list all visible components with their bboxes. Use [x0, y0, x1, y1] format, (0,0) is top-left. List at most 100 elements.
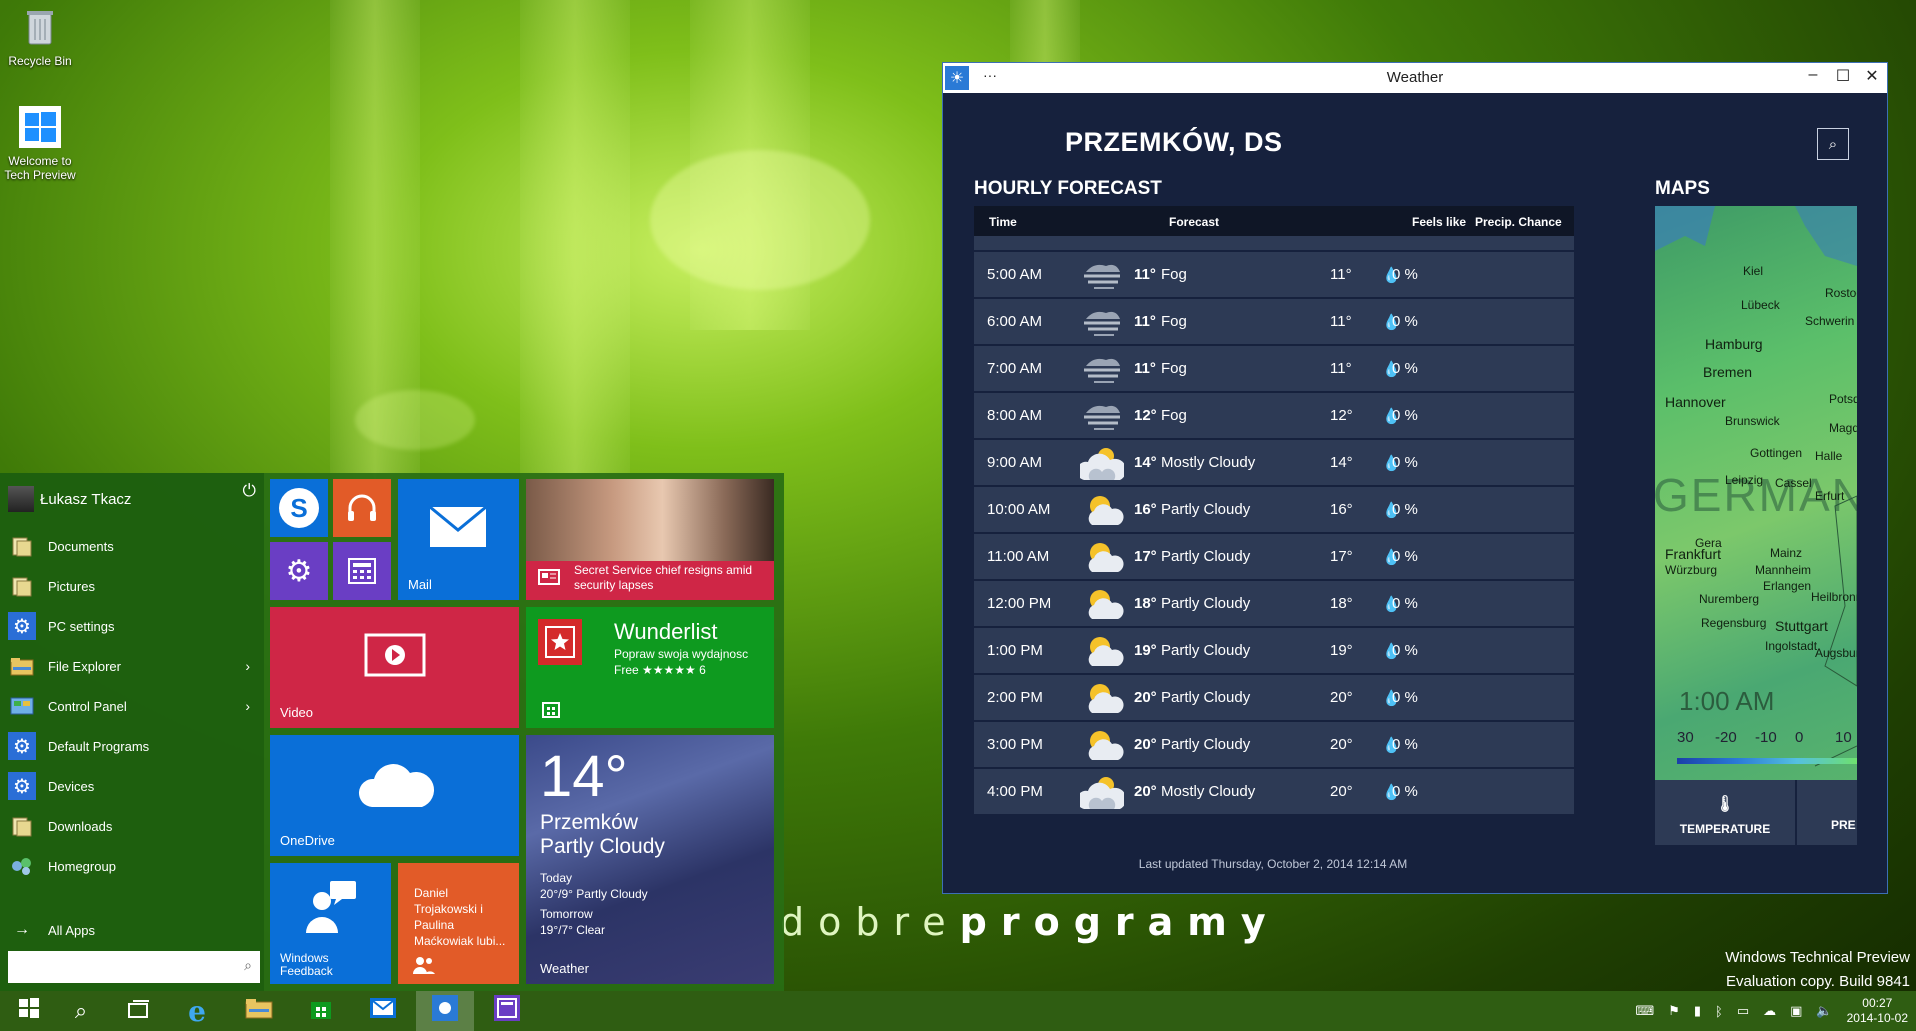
partly-cloudy-icon [1080, 728, 1124, 764]
tile-skype[interactable]: S [270, 479, 328, 537]
tile-people[interactable]: Daniel Trojakowski i Paulina Maćkowiak l… [398, 863, 519, 984]
map-city-label: Bremen [1703, 364, 1753, 380]
desktop-icon-welcome[interactable]: Welcome to Tech Preview [0, 104, 80, 182]
scale-label: -20 [1715, 729, 1737, 746]
start-item-documents[interactable]: Documents [8, 529, 256, 563]
forecast-row[interactable]: 7:00 AM 11° Fog 11° 💧 0 % [974, 344, 1574, 391]
search-button[interactable]: ⌕ [1817, 128, 1849, 160]
weather-app-icon [432, 995, 458, 1027]
tile-wunderlist[interactable]: Wunderlist Popraw swoja wydajnosc Free ★… [526, 607, 774, 728]
forecast-row[interactable]: 10:00 AM 16° Partly Cloudy 16° 💧 0 % [974, 485, 1574, 532]
keyboard-icon[interactable]: ⌨ [1635, 1003, 1654, 1019]
forecast-row[interactable]: 8:00 AM 12° Fog 12° 💧 0 % [974, 391, 1574, 438]
start-item-default-programs[interactable]: ⚙ Default Programs [8, 729, 256, 763]
desktop-icon-recycle-bin[interactable]: Recycle Bin [0, 4, 80, 68]
clock[interactable]: 00:27 2014-10-02 [1847, 996, 1908, 1026]
thermometer-icon: 🌡 [1714, 796, 1736, 813]
forecast-row[interactable]: 1:00 PM 19° Partly Cloudy 19° 💧 0 % [974, 626, 1574, 673]
temperature-map-button[interactable]: 🌡 TEMPERATURE [1655, 780, 1795, 845]
weather-tile-city: Przemków [540, 811, 639, 834]
user-account[interactable]: Łukasz Tkacz [8, 479, 258, 519]
taskbar-mail[interactable] [354, 991, 412, 1031]
taskbar-store[interactable] [292, 991, 350, 1031]
store-icon [309, 996, 333, 1026]
window-titlebar[interactable]: ☀ ··· Weather – ☐ ✕ [943, 63, 1887, 93]
start-item-file-explorer[interactable]: File Explorer › [8, 649, 256, 683]
taskbar-search-button[interactable]: ⌕ [52, 991, 110, 1031]
forecast-time: 12:00 PM [987, 595, 1052, 612]
start-item-pc-settings[interactable]: ⚙ PC settings [8, 609, 256, 643]
flag-icon[interactable]: ⚑ [1668, 1003, 1680, 1019]
taskbar-weather[interactable] [416, 991, 474, 1031]
map-city-label: Cassel [1775, 476, 1812, 490]
recycle-bin-icon [17, 4, 63, 50]
start-item-devices[interactable]: ⚙ Devices [8, 769, 256, 803]
forecast-row[interactable]: 5:00 AM 11° Fog 11° 💧 0 % [974, 250, 1574, 297]
forecast-condition: Partly Cloudy [1161, 689, 1251, 706]
forecast-row[interactable]: 2:00 PM 20° Partly Cloudy 20° 💧 0 % [974, 673, 1574, 720]
tile-calculator[interactable] [333, 542, 391, 600]
tile-pc-settings[interactable]: ⚙ [270, 542, 328, 600]
forecast-row[interactable]: 9:00 AM 14° Mostly Cloudy 14° 💧 0 % [974, 438, 1574, 485]
col-forecast: Forecast [1169, 215, 1220, 229]
watermark-light: dobre [780, 900, 960, 944]
forecast-row[interactable]: 4:00 PM 20° Mostly Cloudy 20° 💧 0 % [974, 767, 1574, 814]
forecast-condition: Fog [1161, 266, 1187, 283]
network-icon[interactable]: ▮ [1694, 1003, 1701, 1019]
forecast-row[interactable]: 11:00 AM 17° Partly Cloudy 17° 💧 0 % [974, 532, 1574, 579]
forecast-temp: 19° [1134, 642, 1157, 659]
forecast-time: 2:00 PM [987, 689, 1043, 706]
start-item-control-panel[interactable]: Control Panel › [8, 689, 256, 723]
tile-music[interactable] [333, 479, 391, 537]
all-apps-button[interactable]: → All Apps [8, 913, 256, 947]
power-icon[interactable]: ⏻ [243, 481, 256, 501]
fog-icon [1080, 305, 1124, 341]
bluetooth-icon[interactable]: ᛒ [1715, 1004, 1723, 1019]
chevron-right-icon[interactable]: › [245, 698, 250, 714]
tile-news[interactable]: Secret Service chief resigns amid securi… [526, 479, 774, 600]
forecast-row[interactable]: 6:00 AM 11° Fog 11° 💧 0 % [974, 297, 1574, 344]
precipitation-map-button[interactable]: PRE [1797, 780, 1857, 845]
news-headline: Secret Service chief resigns amid securi… [574, 563, 753, 592]
maximize-button[interactable]: ☐ [1828, 66, 1858, 86]
tile-onedrive[interactable]: OneDrive [270, 735, 519, 856]
forecast-row[interactable]: 12:00 PM 18° Partly Cloudy 18° 💧 0 % [974, 579, 1574, 626]
battery-icon[interactable]: ▭ [1737, 1003, 1749, 1019]
forecast-condition: Partly Cloudy [1161, 736, 1251, 753]
task-view-button[interactable] [110, 991, 168, 1031]
tile-weather[interactable]: 14° Przemków Partly Cloudy Today 20°/9° … [526, 735, 774, 984]
forecast-row[interactable]: 3:00 PM 20° Partly Cloudy 20° 💧 0 % [974, 720, 1574, 767]
chevron-right-icon[interactable]: › [245, 658, 250, 674]
hourly-forecast-heading: HOURLY FORECAST [974, 178, 1162, 199]
map-city-label: Magdeburg [1829, 421, 1857, 435]
start-item-downloads[interactable]: Downloads [8, 809, 256, 843]
taskbar-file-explorer[interactable] [230, 991, 288, 1031]
forecast-temp: 11° [1134, 266, 1156, 283]
taskbar-internet-explorer[interactable]: e [168, 991, 226, 1031]
scale-label: 10 [1835, 729, 1852, 746]
monitor-icon[interactable]: ▣ [1790, 1003, 1802, 1019]
wallpaper-watermark: dobreprogramy [780, 900, 1280, 944]
start-item-homegroup[interactable]: Homegroup [8, 849, 256, 883]
search-icon: ⌕ [74, 998, 88, 1023]
cloud-icon[interactable]: ☁ [1763, 1003, 1776, 1019]
map-city-label: Brunswick [1725, 414, 1780, 428]
start-button[interactable] [0, 991, 58, 1031]
taskbar-calculator[interactable] [478, 991, 536, 1031]
map-city-label: Augsburg [1815, 646, 1857, 660]
tile-windows-feedback[interactable]: Windows Feedback [270, 863, 391, 984]
forecast-condition: Partly Cloudy [1161, 595, 1251, 612]
weather-tile-temp: 14° [540, 744, 628, 809]
start-search-input[interactable]: ⌕ [8, 951, 260, 983]
forecast-temp: 20° [1134, 689, 1157, 706]
tile-video[interactable]: Video [270, 607, 519, 728]
col-precip: Precip. Chance [1475, 215, 1562, 229]
tile-mail[interactable]: Mail [398, 479, 519, 600]
volume-icon[interactable]: 🔈 [1816, 1003, 1832, 1019]
close-button[interactable]: ✕ [1857, 66, 1887, 86]
weather-map[interactable]: GERMANY KielRostockLübeckSchwerinHamburg… [1655, 206, 1857, 780]
window-title: Weather [1386, 69, 1444, 86]
start-item-pictures[interactable]: Pictures [8, 569, 256, 603]
minimize-button[interactable]: – [1798, 66, 1828, 84]
weather-tile-tomorrow-label: Tomorrow [540, 907, 593, 921]
